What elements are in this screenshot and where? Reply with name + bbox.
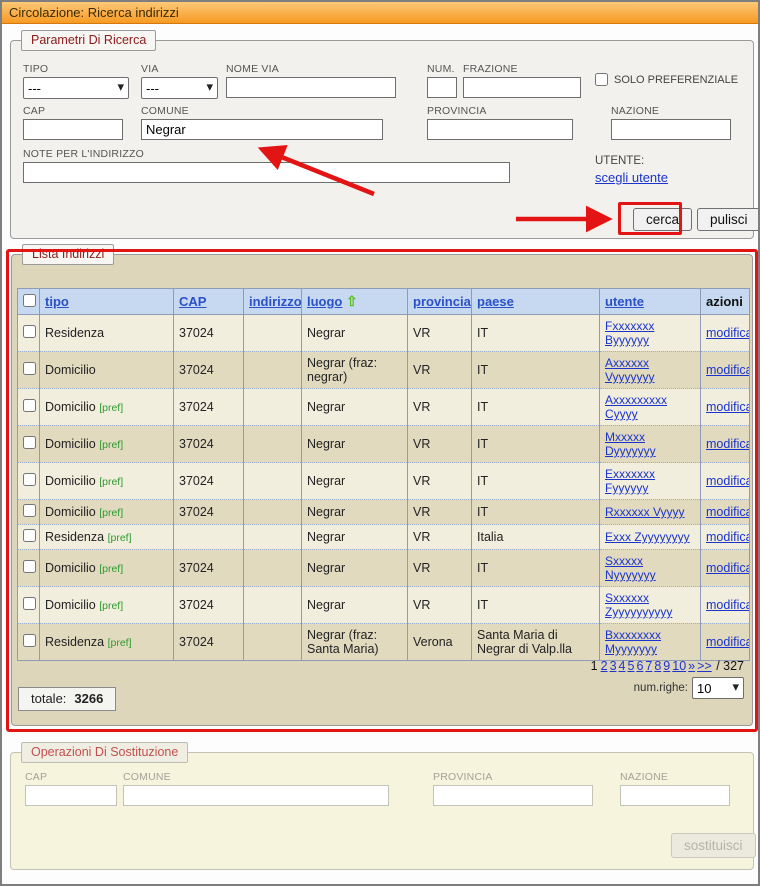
replace-provincia-input[interactable] <box>433 785 593 806</box>
note-field: NOTE PER L'INDIRIZZO <box>23 148 510 183</box>
search-params-panel: Parametri Di Ricerca TIPO --- ▾ VIA --- … <box>10 40 754 239</box>
num-input[interactable] <box>427 77 457 98</box>
frazione-input[interactable] <box>463 77 581 98</box>
replace-comune-field: COMUNE <box>123 771 389 806</box>
nazione-label: NAZIONE <box>611 105 731 117</box>
cap-field: CAP <box>23 105 123 140</box>
replace-nazione-field: NAZIONE <box>620 771 730 806</box>
comune-input[interactable] <box>141 119 383 140</box>
note-label: NOTE PER L'INDIRIZZO <box>23 148 510 160</box>
replace-nazione-input[interactable] <box>620 785 730 806</box>
num-label: NUM. <box>427 63 457 75</box>
page-title: Circolazione: Ricerca indirizzi <box>2 2 758 24</box>
comune-label: COMUNE <box>141 105 383 117</box>
cap-label: CAP <box>23 105 123 117</box>
replace-cap-field: CAP <box>25 771 117 806</box>
provincia-field: PROVINCIA <box>427 105 573 140</box>
solo-preferenziale-label: SOLO PREFERENZIALE <box>614 74 738 86</box>
solo-preferenziale-checkbox[interactable] <box>595 73 608 86</box>
cerca-button[interactable]: cerca <box>633 208 692 231</box>
sostituisci-button[interactable]: sostituisci <box>671 833 756 858</box>
utente-label: UTENTE: <box>595 155 644 167</box>
comune-field: COMUNE <box>141 105 383 140</box>
list-annotation-box <box>6 249 758 732</box>
tipo-select[interactable]: --- <box>23 77 129 99</box>
scegli-utente-link[interactable]: scegli utente <box>595 170 668 185</box>
nazione-field: NAZIONE <box>611 105 731 140</box>
nome-via-field: NOME VIA <box>226 63 396 98</box>
pulisci-button[interactable]: pulisci <box>697 208 760 231</box>
replace-comune-input[interactable] <box>123 785 389 806</box>
note-input[interactable] <box>23 162 510 183</box>
frazione-label: FRAZIONE <box>463 63 581 75</box>
nome-via-input[interactable] <box>226 77 396 98</box>
tipo-field: TIPO --- ▾ <box>23 63 129 99</box>
nome-via-label: NOME VIA <box>226 63 396 75</box>
replace-provincia-label: PROVINCIA <box>433 771 593 783</box>
nazione-input[interactable] <box>611 119 731 140</box>
search-params-legend: Parametri Di Ricerca <box>21 30 156 51</box>
tipo-label: TIPO <box>23 63 129 75</box>
replace-cap-label: CAP <box>25 771 117 783</box>
replace-ops-legend: Operazioni Di Sostituzione <box>21 742 188 763</box>
replace-provincia-field: PROVINCIA <box>433 771 593 806</box>
cap-input[interactable] <box>23 119 123 140</box>
via-label: VIA <box>141 63 218 75</box>
provincia-input[interactable] <box>427 119 573 140</box>
solo-preferenziale-field: SOLO PREFERENZIALE <box>595 73 738 86</box>
frazione-field: FRAZIONE <box>463 63 581 98</box>
via-select[interactable]: --- <box>141 77 218 99</box>
replace-cap-input[interactable] <box>25 785 117 806</box>
via-field: VIA --- ▾ <box>141 63 218 99</box>
replace-comune-label: COMUNE <box>123 771 389 783</box>
provincia-label: PROVINCIA <box>427 105 573 117</box>
replace-nazione-label: NAZIONE <box>620 771 730 783</box>
utente-field: UTENTE: scegli utente <box>595 151 668 187</box>
app-window: Circolazione: Ricerca indirizzi Parametr… <box>0 0 760 886</box>
num-field: NUM. <box>427 63 457 98</box>
replace-ops-panel: Operazioni Di Sostituzione CAP COMUNE PR… <box>10 752 754 870</box>
